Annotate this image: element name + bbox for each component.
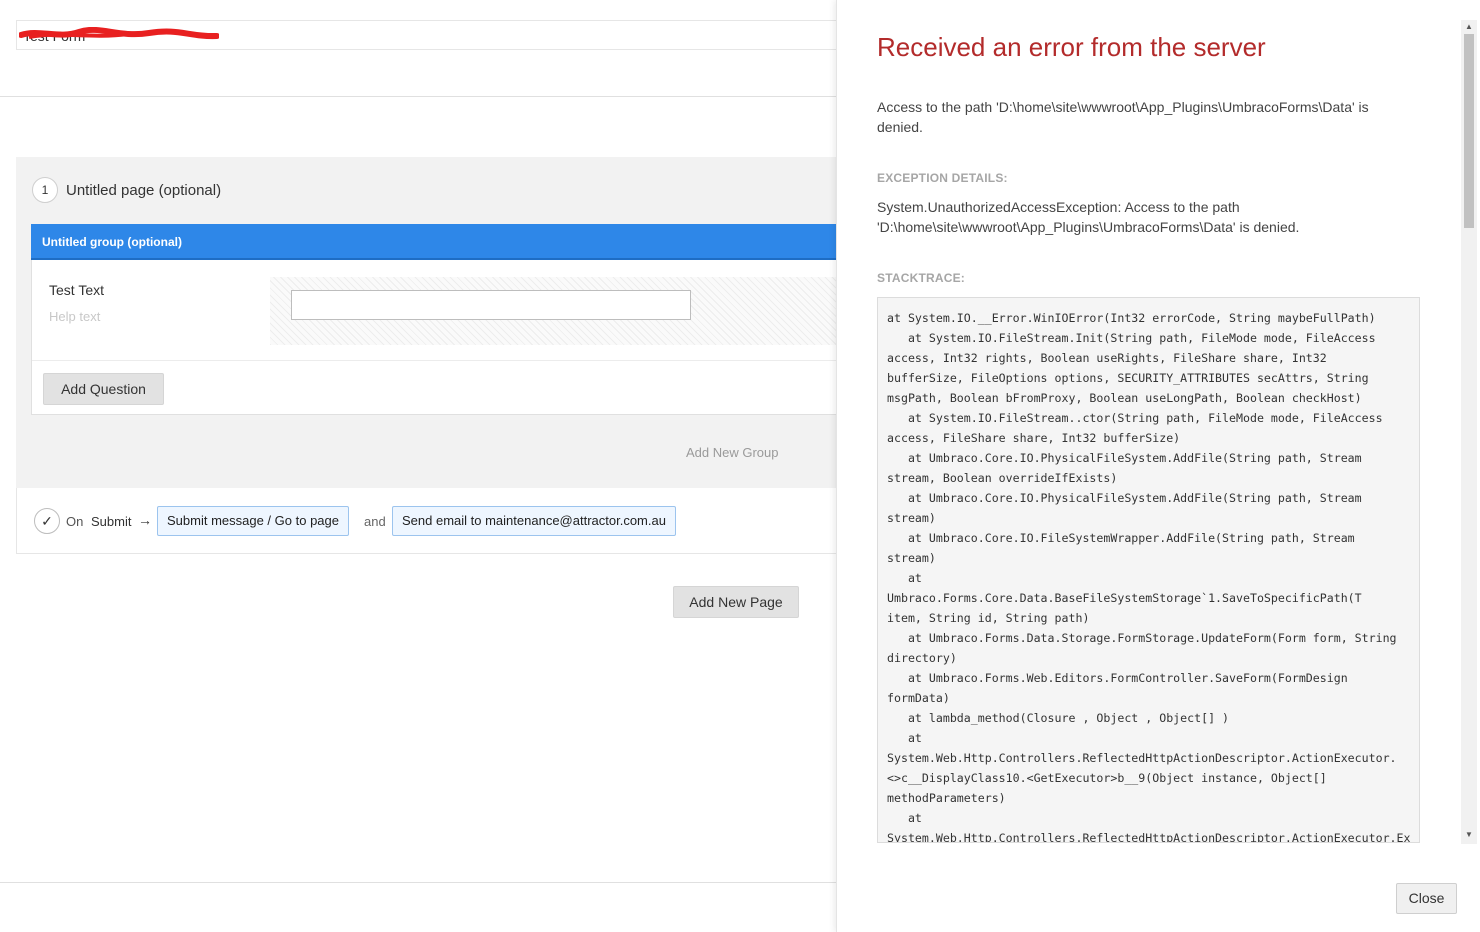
submit-workflow-bar: ✓ On Submit → Submit message / Go to pag… (16, 488, 846, 554)
stacktrace-line: msgPath, Boolean bFromProxy, Boolean use… (887, 391, 1362, 405)
redaction-scribble (19, 27, 219, 40)
group-title[interactable]: Untitled group (optional) (31, 224, 847, 260)
scroll-thumb[interactable] (1464, 34, 1474, 228)
stacktrace-line: at Umbraco.Forms.Data.Storage.FormStorag… (887, 631, 1397, 645)
stacktrace-line: at (887, 571, 922, 585)
stacktrace-line: at Umbraco.Core.IO.FileSystemWrapper.Add… (887, 531, 1355, 545)
stacktrace-line: item, String id, String path) (887, 611, 1090, 625)
footer-divider (0, 882, 836, 883)
page-number-badge: 1 (32, 177, 58, 203)
on-label: On (66, 514, 84, 529)
stacktrace-box[interactable]: at System.IO.__Error.WinIOError(Int32 er… (877, 297, 1420, 843)
scroll-up-icon[interactable]: ▲ (1461, 20, 1477, 34)
stacktrace-line: at System.IO.FileStream..ctor(String pat… (887, 411, 1383, 425)
field-group: Untitled group (optional) Test Text Help… (31, 224, 847, 415)
stacktrace-line: at Umbraco.Core.IO.PhysicalFileSystem.Ad… (887, 451, 1362, 465)
question-preview (270, 277, 847, 345)
form-name-field[interactable]: Test Form (16, 20, 846, 50)
stacktrace-line: stream) (887, 551, 936, 565)
stacktrace-line: at Umbraco.Forms.Web.Editors.FormControl… (887, 671, 1348, 685)
scroll-down-icon[interactable]: ▼ (1461, 828, 1477, 842)
stacktrace-line: at System.IO.__Error.WinIOError(Int32 er… (887, 311, 1376, 325)
question-label: Test Text (49, 282, 104, 298)
submit-label: Submit (91, 514, 132, 529)
form-page: 1 Untitled page (optional) Untitled grou… (16, 157, 847, 488)
stacktrace-line: directory) (887, 651, 957, 665)
add-question-button[interactable]: Add Question (43, 373, 164, 405)
stacktrace-line: Umbraco.Forms.Core.Data.BaseFileSystemSt… (887, 591, 1362, 605)
stacktrace-line: access, FileShare share, Int32 bufferSiz… (887, 431, 1181, 445)
stacktrace-line: <>c__DisplayClass10.<GetExecutor>b__9(Ob… (887, 771, 1327, 785)
stacktrace-line: at System.IO.FileStream.Init(String path… (887, 331, 1376, 345)
form-editor: Test Form 1 Untitled page (optional) Unt… (0, 0, 847, 932)
exception-details-label: EXCEPTION DETAILS: (877, 171, 1008, 185)
stacktrace-line: stream) (887, 511, 936, 525)
add-new-group-link[interactable]: Add New Group (686, 445, 779, 460)
stacktrace-line: System.Web.Http.Controllers.ReflectedHtt… (887, 751, 1397, 765)
submit-message-action[interactable]: Submit message / Go to page (157, 506, 349, 536)
arrow-right-icon: → (138, 512, 152, 528)
stacktrace-line: methodParameters) (887, 791, 1006, 805)
check-icon: ✓ (34, 508, 60, 534)
send-email-action[interactable]: Send email to maintenance@attractor.com.… (392, 506, 676, 536)
stacktrace-line: stream, Boolean overrideIfExists) (887, 471, 1118, 485)
question-row[interactable]: Test Text Help text (32, 260, 847, 361)
text-input-preview (291, 290, 691, 320)
stacktrace-line: at (887, 811, 922, 825)
stacktrace-line: bufferSize, FileOptions options, SECURIT… (887, 371, 1369, 385)
stacktrace-line: access, Int32 rights, Boolean useRights,… (887, 351, 1327, 365)
stacktrace-line: at Umbraco.Core.IO.PhysicalFileSystem.Ad… (887, 491, 1362, 505)
page-title[interactable]: Untitled page (optional) (66, 182, 221, 199)
and-label: and (364, 514, 386, 529)
header-divider (0, 96, 836, 97)
stacktrace-line: at (887, 731, 922, 745)
error-message: Access to the path 'D:\home\site\wwwroot… (877, 99, 1369, 135)
stacktrace-label: STACKTRACE: (877, 271, 965, 285)
error-panel: Received an error from the server Access… (836, 0, 1480, 932)
add-new-page-button[interactable]: Add New Page (673, 586, 799, 618)
error-title: Received an error from the server (877, 32, 1266, 62)
panel-scrollbar[interactable]: ▲ ▼ (1461, 20, 1477, 844)
app-root: Test Form 1 Untitled page (optional) Unt… (0, 0, 1480, 932)
question-help-text: Help text (49, 309, 101, 324)
exception-details-text: System.UnauthorizedAccessException: Acce… (877, 199, 1300, 235)
stacktrace-line: System.Web.Http.Controllers.ReflectedHtt… (887, 831, 1411, 843)
stacktrace-line: formData) (887, 691, 950, 705)
close-button[interactable]: Close (1396, 883, 1457, 914)
stacktrace-line: at lambda_method(Closure , Object , Obje… (887, 711, 1230, 725)
